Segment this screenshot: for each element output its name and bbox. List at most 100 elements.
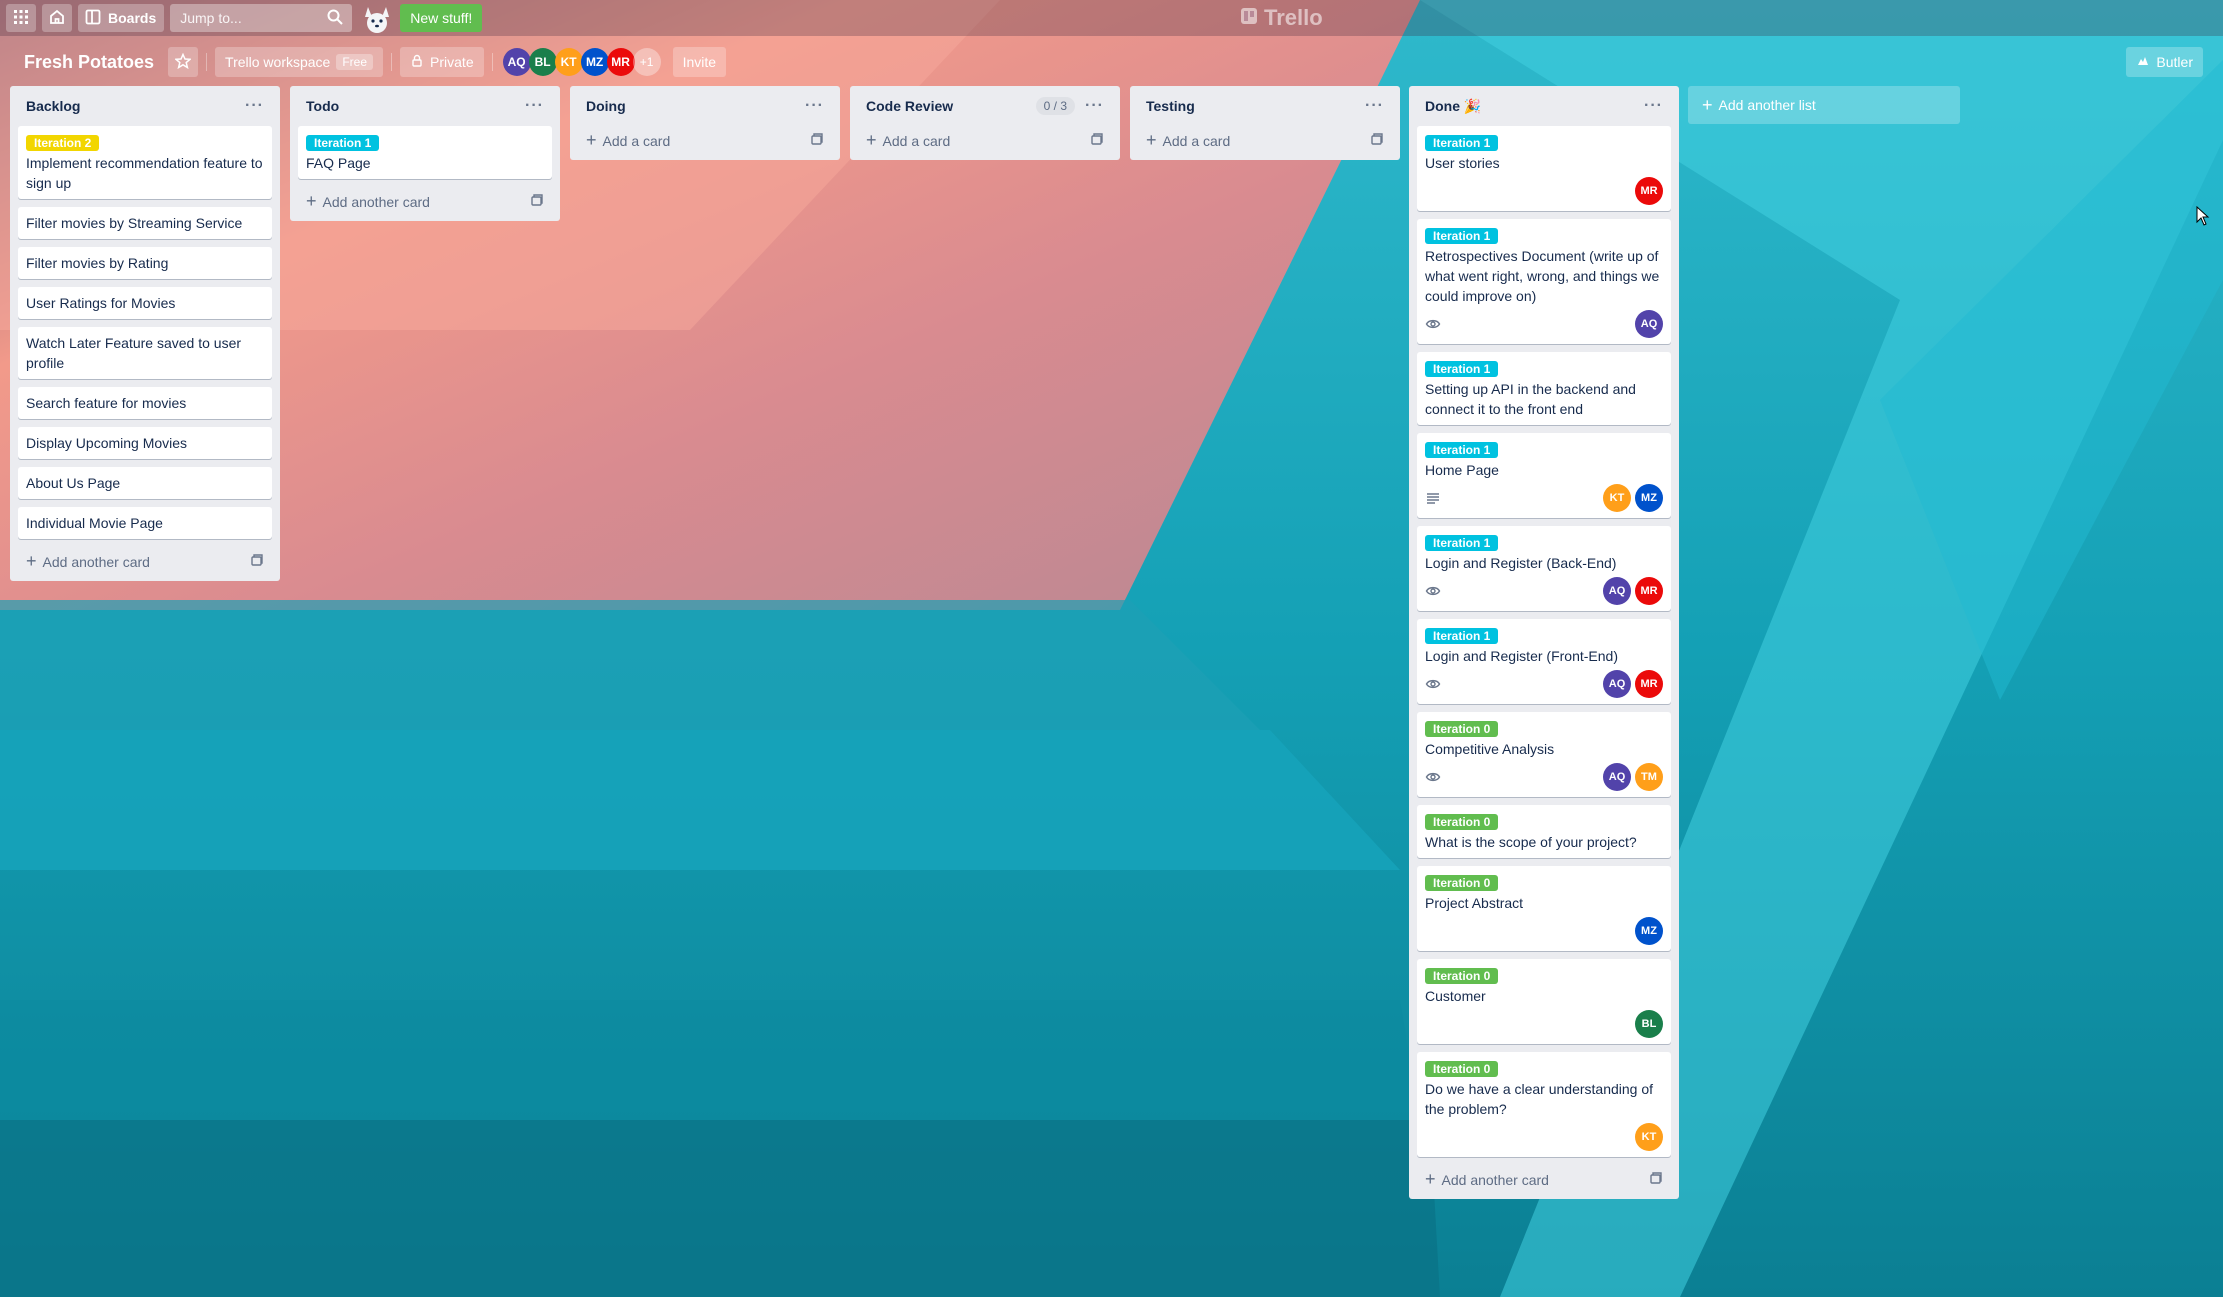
list-item[interactable]: Iteration 0 Project Abstract MZ [1417, 866, 1671, 951]
avatar[interactable]: KT [1603, 484, 1631, 512]
avatar[interactable]: MR [1635, 577, 1663, 605]
logo-text: Trello [1264, 5, 1323, 30]
avatar[interactable]: KT [1635, 1123, 1663, 1151]
avatar[interactable]: BL [528, 48, 557, 76]
card-title: Customer [1425, 988, 1486, 1004]
card-title: Retrospectives Document (write up of wha… [1425, 248, 1660, 304]
list-item[interactable]: Filter movies by Streaming Service [18, 207, 272, 239]
avatar[interactable]: MZ [1635, 917, 1663, 945]
list-menu-icon[interactable]: ··· [1085, 97, 1104, 115]
list-code-review: Code Review 0 / 3 ··· + Add a card [850, 86, 1120, 160]
list-title[interactable]: Code Review [866, 98, 953, 114]
list-item[interactable]: Watch Later Feature saved to user profil… [18, 327, 272, 379]
card-template-icon[interactable] [1090, 132, 1104, 149]
list-item[interactable]: Display Upcoming Movies [18, 427, 272, 459]
avatar[interactable]: MR [606, 48, 635, 76]
list-item[interactable]: Iteration 1 Login and Register (Front-En… [1417, 619, 1671, 704]
add-card-button[interactable]: + Add a card [1138, 126, 1392, 154]
card-template-icon[interactable] [530, 193, 544, 210]
list-item[interactable]: Iteration 1 Login and Register (Back-End… [1417, 526, 1671, 611]
list-item[interactable]: About Us Page [18, 467, 272, 499]
add-card-label: Add another card [42, 554, 150, 570]
list-header[interactable]: Todo ··· [298, 86, 552, 126]
apps-switcher-button[interactable] [6, 4, 36, 32]
list-menu-icon[interactable]: ··· [1365, 97, 1384, 115]
list-item[interactable]: Iteration 2 Implement recommendation fea… [18, 126, 272, 199]
list-menu-icon[interactable]: ··· [1644, 97, 1663, 115]
list-item[interactable]: Iteration 1 User stories MR [1417, 126, 1671, 211]
mouse-cursor-icon [2196, 205, 2210, 229]
new-stuff-button[interactable]: New stuff! [400, 4, 483, 32]
visibility-button[interactable]: Private [400, 47, 484, 77]
card-template-icon[interactable] [810, 132, 824, 149]
avatar[interactable]: MZ [1635, 484, 1663, 512]
avatar[interactable]: AQ [502, 48, 531, 76]
list-header[interactable]: Done 🎉 ··· [1417, 86, 1671, 126]
search-input[interactable] [178, 9, 323, 27]
list-title[interactable]: Done 🎉 [1425, 98, 1481, 115]
lock-icon [410, 54, 424, 71]
list-header[interactable]: Doing ··· [578, 86, 832, 126]
avatar[interactable]: AQ [1603, 577, 1631, 605]
star-board-button[interactable] [168, 47, 199, 77]
list-title[interactable]: Backlog [26, 98, 80, 114]
list-item[interactable]: Iteration 0 Competitive Analysis AQ TM [1417, 712, 1671, 797]
taco-mascot-icon[interactable] [360, 1, 394, 35]
card-label: Iteration 1 [1425, 535, 1499, 551]
invite-button[interactable]: Invite [672, 47, 727, 77]
card-title: Filter movies by Rating [26, 255, 169, 271]
list-item[interactable]: Search feature for movies [18, 387, 272, 419]
list-menu-icon[interactable]: ··· [805, 97, 824, 115]
home-button[interactable] [42, 4, 72, 32]
card-label: Iteration 1 [1425, 628, 1499, 644]
add-card-button[interactable]: + Add a card [578, 126, 832, 154]
card-template-icon[interactable] [1370, 132, 1384, 149]
list-item[interactable]: Iteration 1 FAQ Page [298, 126, 552, 179]
list-item[interactable]: Iteration 0 Customer BL [1417, 959, 1671, 1044]
trello-logo[interactable]: Trello [1240, 4, 1323, 32]
eye-icon [1425, 316, 1441, 332]
avatar[interactable]: MZ [580, 48, 609, 76]
avatar[interactable]: AQ [1635, 310, 1663, 338]
list-title[interactable]: Testing [1146, 98, 1195, 114]
card-title: Watch Later Feature saved to user profil… [26, 335, 242, 371]
list-item[interactable]: Iteration 1 Retrospectives Document (wri… [1417, 219, 1671, 344]
boards-button[interactable]: Boards [78, 4, 165, 32]
list-item[interactable]: Iteration 1 Home Page KT MZ [1417, 433, 1671, 518]
list-header[interactable]: Code Review 0 / 3 ··· [858, 86, 1112, 126]
list-todo: Todo ··· Iteration 1 FAQ Page + Add anoth… [290, 86, 560, 221]
add-card-button[interactable]: + Add another card [1417, 1165, 1671, 1193]
list-header[interactable]: Backlog ··· [18, 86, 272, 126]
workspace-button[interactable]: Trello workspace Free [215, 47, 384, 77]
avatar[interactable]: KT [554, 48, 583, 76]
list-item[interactable]: Individual Movie Page [18, 507, 272, 539]
add-card-button[interactable]: + Add a card [858, 126, 1112, 154]
list-menu-icon[interactable]: ··· [525, 97, 544, 115]
list-title[interactable]: Todo [306, 98, 339, 114]
card-label: Iteration 0 [1425, 875, 1499, 891]
avatar[interactable]: MR [1635, 670, 1663, 698]
add-card-button[interactable]: + Add another card [18, 547, 272, 575]
add-list-button[interactable]: + Add another list [1688, 86, 1960, 124]
card-label: Iteration 1 [1425, 135, 1499, 151]
avatar[interactable]: BL [1635, 1010, 1663, 1038]
list-item[interactable]: Iteration 0 What is the scope of your pr… [1417, 805, 1671, 858]
board-title[interactable]: Fresh Potatoes [20, 52, 158, 73]
avatar[interactable]: TM [1635, 763, 1663, 791]
card-template-icon[interactable] [1649, 1171, 1663, 1188]
avatar[interactable]: AQ [1603, 763, 1631, 791]
jump-to-search[interactable] [170, 4, 353, 32]
list-item[interactable]: Filter movies by Rating [18, 247, 272, 279]
avatar[interactable]: AQ [1603, 670, 1631, 698]
list-header[interactable]: Testing ··· [1138, 86, 1392, 126]
list-title[interactable]: Doing [586, 98, 626, 114]
butler-button[interactable]: Butler [2126, 47, 2203, 77]
add-card-button[interactable]: + Add another card [298, 187, 552, 215]
more-members-button[interactable]: +1 [632, 48, 661, 76]
avatar[interactable]: MR [1635, 177, 1663, 205]
card-template-icon[interactable] [250, 553, 264, 570]
list-menu-icon[interactable]: ··· [245, 97, 264, 115]
list-item[interactable]: User Ratings for Movies [18, 287, 272, 319]
list-item[interactable]: Iteration 0 Do we have a clear understan… [1417, 1052, 1671, 1157]
list-item[interactable]: Iteration 1 Setting up API in the backen… [1417, 352, 1671, 425]
